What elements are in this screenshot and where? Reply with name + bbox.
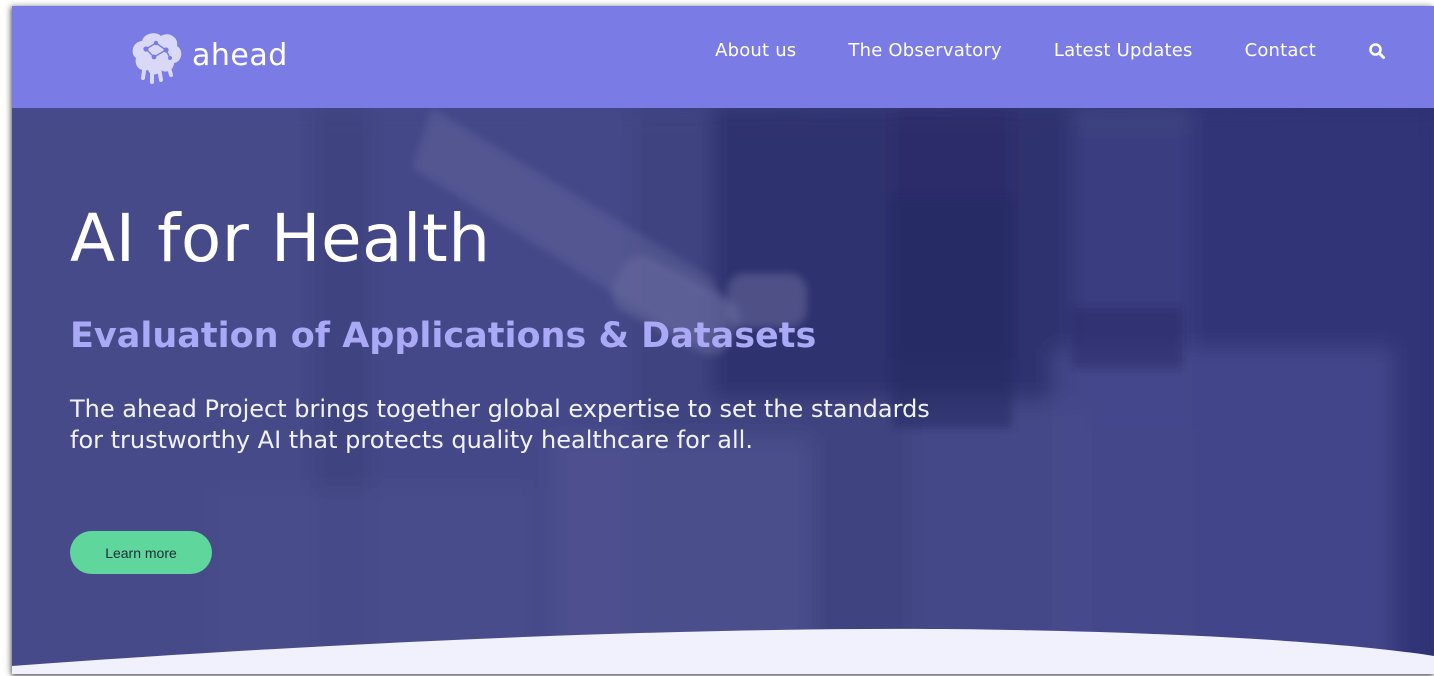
site-logo[interactable]: ahead — [124, 24, 288, 86]
brand-name: ahead — [192, 37, 288, 73]
hero-section: AI for Health Evaluation of Applications… — [12, 108, 1434, 674]
site-header: ahead About us The Observatory Latest Up… — [12, 6, 1434, 108]
search-icon[interactable] — [1368, 42, 1386, 60]
nav-the-observatory[interactable]: The Observatory — [848, 40, 1001, 61]
browser-viewport: ahead About us The Observatory Latest Up… — [12, 6, 1434, 674]
brain-network-logo-icon — [132, 33, 182, 84]
hero-bottom-wave — [12, 628, 1434, 674]
nav-about-us[interactable]: About us — [715, 40, 796, 61]
hero-subtitle: Evaluation of Applications & Datasets — [70, 316, 817, 356]
hero-title: AI for Health — [70, 200, 491, 277]
hero-description: The ahead Project brings together global… — [70, 395, 930, 454]
nav-contact[interactable]: Contact — [1245, 40, 1316, 61]
learn-more-button[interactable]: Learn more — [70, 531, 212, 574]
hero-background-image — [12, 108, 1434, 674]
main-nav: About us The Observatory Latest Updates … — [663, 40, 1386, 61]
nav-latest-updates[interactable]: Latest Updates — [1054, 40, 1193, 61]
